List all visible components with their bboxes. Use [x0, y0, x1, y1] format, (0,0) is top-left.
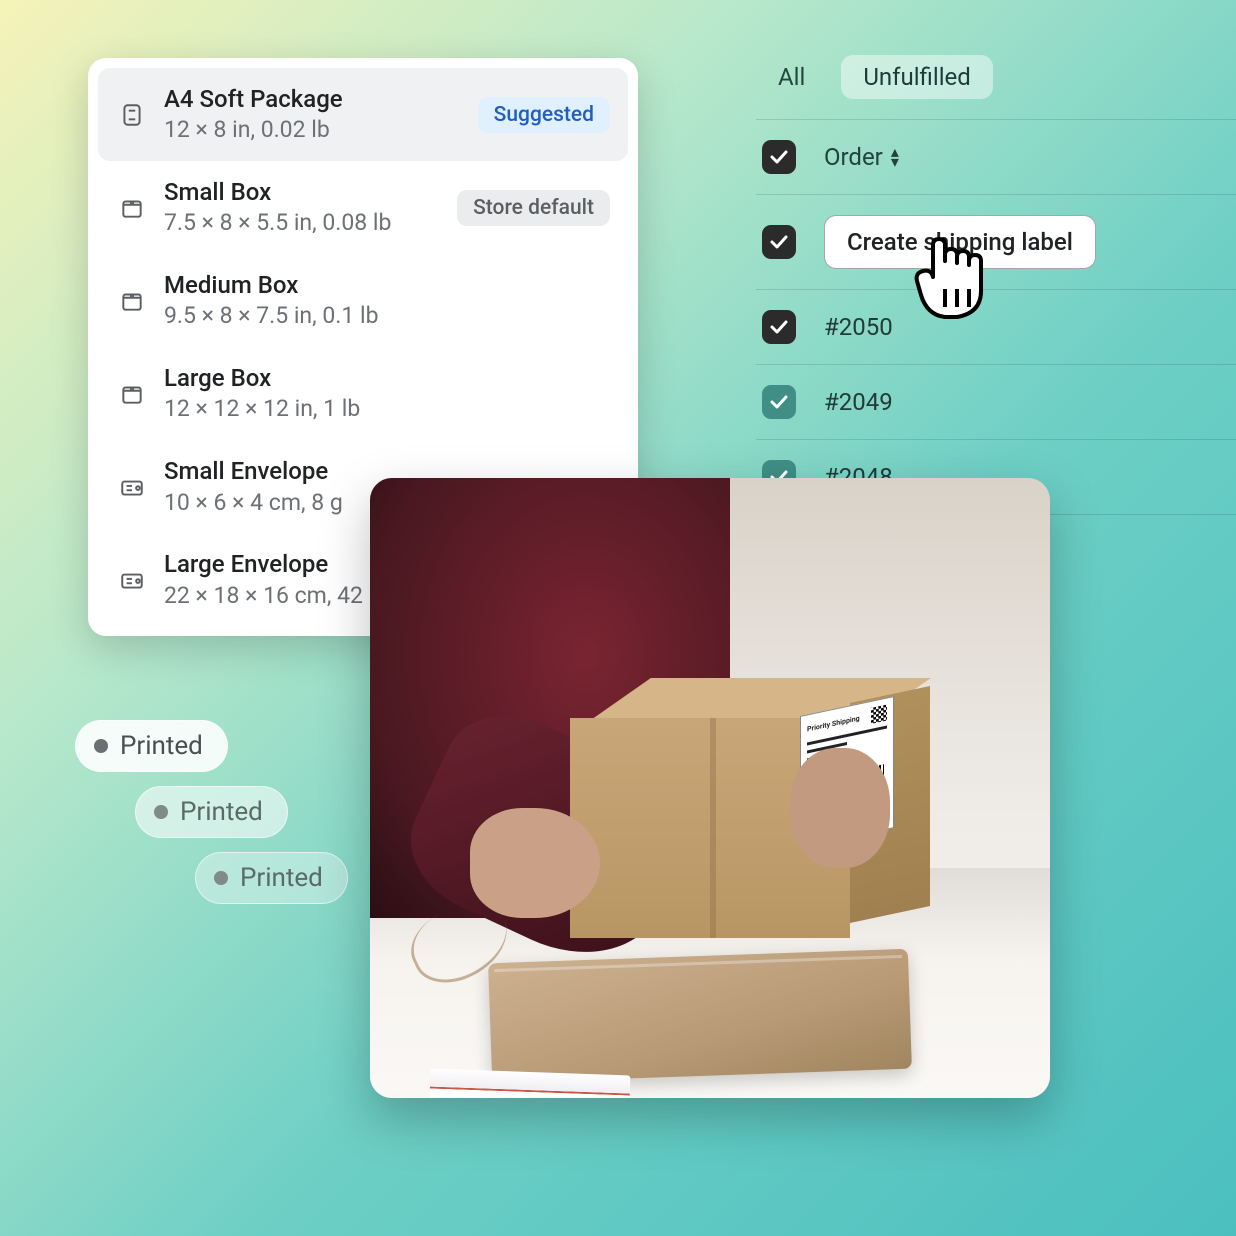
status-chip-printed: Printed	[195, 852, 348, 904]
status-chip-label: Printed	[120, 731, 203, 761]
order-row-create: Create shipping label	[756, 194, 1236, 289]
package-option-large-box[interactable]: Large Box 12 × 12 × 12 in, 1 lb	[98, 347, 628, 440]
status-dot-icon	[214, 871, 228, 885]
order-row[interactable]: #2050	[756, 289, 1236, 364]
soft-package-icon	[116, 99, 148, 131]
package-dimensions: 12 × 8 in, 0.02 lb	[164, 115, 462, 145]
envelope-icon	[116, 471, 148, 503]
box-icon	[116, 378, 148, 410]
order-number: #2049	[824, 388, 893, 416]
package-dimensions: 12 × 12 × 12 in, 1 lb	[164, 394, 610, 424]
sort-icon: ▴▾	[891, 147, 899, 166]
package-dimensions: 9.5 × 8 × 7.5 in, 0.1 lb	[164, 301, 610, 331]
order-column-header[interactable]: Order ▴▾	[824, 143, 899, 171]
order-checkbox[interactable]	[762, 310, 796, 344]
tab-all[interactable]: All	[756, 55, 827, 99]
package-name: Medium Box	[164, 270, 610, 301]
status-chip-printed: Printed	[75, 720, 228, 772]
order-tabs: All Unfulfilled	[756, 55, 1236, 99]
shipping-label-heading: Priority Shipping	[807, 714, 860, 733]
store-default-badge: Store default	[457, 190, 610, 226]
package-name: Small Box	[164, 177, 441, 208]
suggested-badge: Suggested	[478, 97, 610, 133]
package-option-a4-soft[interactable]: A4 Soft Package 12 × 8 in, 0.02 lb Sugge…	[98, 68, 628, 161]
select-all-checkbox[interactable]	[762, 140, 796, 174]
package-option-medium-box[interactable]: Medium Box 9.5 × 8 × 7.5 in, 0.1 lb	[98, 254, 628, 347]
package-option-small-box[interactable]: Small Box 7.5 × 8 × 5.5 in, 0.08 lb Stor…	[98, 161, 628, 254]
order-number: #2050	[824, 313, 893, 341]
orders-header-row: Order ▴▾	[756, 119, 1236, 194]
envelope-icon	[116, 564, 148, 596]
box-icon	[116, 192, 148, 224]
package-name: Large Box	[164, 363, 610, 394]
create-shipping-label-button[interactable]: Create shipping label	[824, 215, 1096, 269]
order-column-label: Order	[824, 143, 883, 171]
printed-status-chips: Printed Printed Printed	[75, 720, 348, 918]
package-name: A4 Soft Package	[164, 84, 462, 115]
order-row[interactable]: #2049	[756, 364, 1236, 439]
status-dot-icon	[94, 739, 108, 753]
status-chip-label: Printed	[240, 863, 323, 893]
status-chip-printed: Printed	[135, 786, 288, 838]
qr-code-icon	[871, 704, 887, 723]
tab-unfulfilled[interactable]: Unfulfilled	[841, 55, 992, 99]
packaging-photo: Priority Shipping 94283	[370, 478, 1050, 1098]
status-dot-icon	[154, 805, 168, 819]
status-chip-label: Printed	[180, 797, 263, 827]
order-checkbox[interactable]	[762, 225, 796, 259]
order-checkbox[interactable]	[762, 385, 796, 419]
package-dimensions: 7.5 × 8 × 5.5 in, 0.08 lb	[164, 208, 441, 238]
box-icon	[116, 285, 148, 317]
